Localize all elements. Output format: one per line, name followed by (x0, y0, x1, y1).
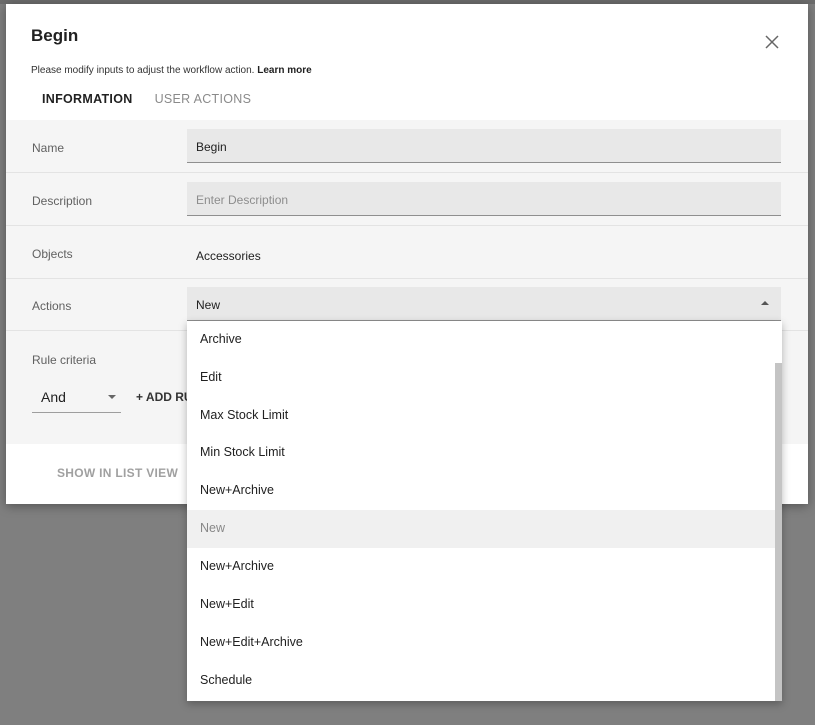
description-label: Description (32, 194, 93, 208)
actions-select-value: New (196, 298, 221, 312)
tab-user-actions[interactable]: USER ACTIONS (144, 86, 263, 120)
dropdown-scrollbar-track[interactable] (775, 321, 782, 701)
objects-value: Accessories (196, 249, 261, 263)
learn-more-link[interactable]: Learn more (257, 65, 311, 76)
name-row: Name Begin (6, 120, 808, 173)
caret-up-icon (761, 301, 769, 305)
option-new-edit-archive[interactable]: New+Edit+Archive (187, 624, 775, 662)
tab-information[interactable]: INFORMATION (31, 86, 144, 122)
chevron-down-icon (108, 395, 116, 399)
actions-dropdown-menu: Archive Edit Max Stock Limit Min Stock L… (187, 321, 782, 701)
rule-operator-select[interactable]: And (32, 380, 121, 413)
actions-select[interactable]: New (187, 287, 781, 321)
objects-label: Objects (32, 247, 73, 261)
option-new-selected[interactable]: New (187, 510, 775, 548)
option-archive[interactable]: Archive (187, 321, 775, 359)
description-input[interactable]: Enter Description (187, 182, 781, 216)
rule-operator-value: And (41, 389, 66, 405)
option-new-archive-2[interactable]: New+Archive (187, 548, 775, 586)
dialog-subtitle-text: Please modify inputs to adjust the workf… (31, 65, 255, 76)
option-min-stock-limit[interactable]: Min Stock Limit (187, 434, 775, 472)
option-schedule[interactable]: Schedule (187, 662, 775, 700)
option-edit[interactable]: Edit (187, 359, 775, 397)
rule-criteria-label: Rule criteria (32, 353, 97, 367)
option-new-archive[interactable]: New+Archive (187, 472, 775, 510)
name-label: Name (32, 141, 65, 155)
objects-row: Objects Accessories (6, 226, 808, 279)
show-in-list-view-button[interactable]: SHOW IN LIST VIEW (57, 466, 178, 480)
dialog-title: Begin (31, 26, 79, 45)
dropdown-scrollbar-thumb[interactable] (775, 363, 782, 701)
description-row: Description Enter Description (6, 173, 808, 226)
add-rule-button[interactable]: + ADD RU (136, 390, 193, 404)
name-input[interactable]: Begin (187, 129, 781, 163)
option-max-stock-limit[interactable]: Max Stock Limit (187, 397, 775, 435)
actions-label: Actions (32, 299, 72, 313)
dialog-subtitle: Please modify inputs to adjust the workf… (31, 65, 312, 76)
tab-bar: INFORMATION USER ACTIONS (31, 86, 263, 122)
option-new-edit[interactable]: New+Edit (187, 586, 775, 624)
close-icon[interactable] (762, 32, 782, 52)
